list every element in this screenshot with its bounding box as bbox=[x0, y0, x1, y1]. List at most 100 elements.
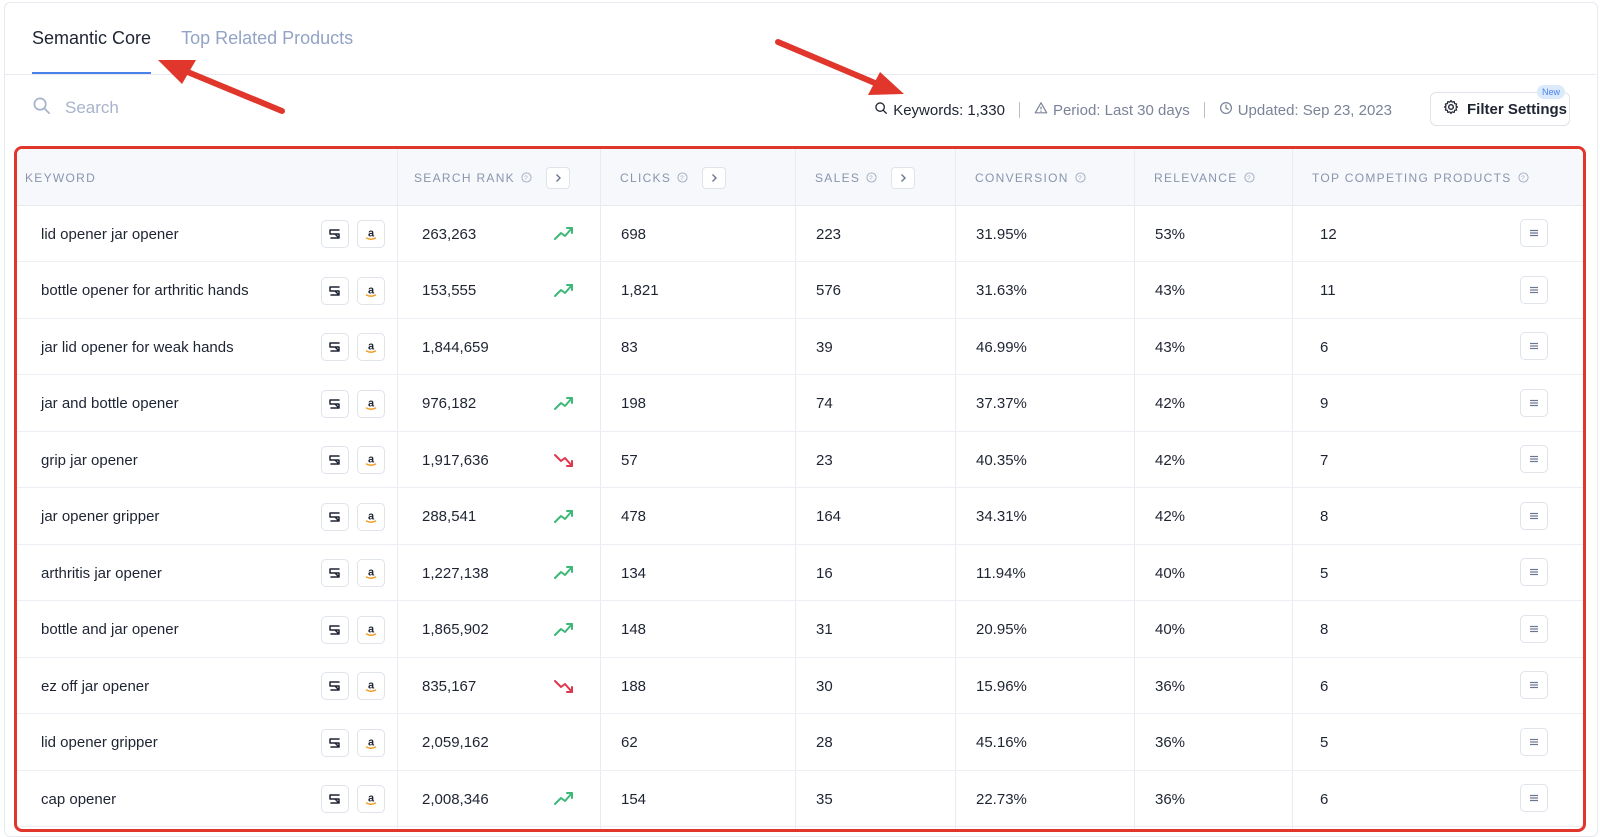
svg-text:a: a bbox=[368, 793, 375, 805]
sr-logo-icon[interactable] bbox=[321, 446, 349, 474]
updated-info: Updated: Sep 23, 2023 bbox=[1219, 101, 1392, 119]
amazon-icon[interactable]: a bbox=[357, 446, 385, 474]
table-row[interactable]: arthritis jar opener a 1,227,138 134 16 11.94… bbox=[17, 545, 1583, 601]
period-info: Period: Last 30 days bbox=[1034, 101, 1190, 119]
table-row[interactable]: jar opener gripper a 288,541 478 164 34.31% 42… bbox=[17, 489, 1583, 545]
table-row[interactable]: lid opener jar opener a 263,263 698 223 31.95… bbox=[17, 206, 1583, 262]
table-row[interactable]: lid opener gripper a 2,059,162 62 28 45.16% 36… bbox=[17, 715, 1583, 771]
table-row[interactable]: grip jar opener a 1,917,636 57 23 40.35% 42% 7 bbox=[17, 432, 1583, 488]
row-menu-icon[interactable] bbox=[1520, 671, 1548, 699]
table-row[interactable]: jar and bottle opener a 976,182 198 74 37.37%… bbox=[17, 376, 1583, 432]
keyword-cell[interactable]: bottle opener for arthritic hands bbox=[41, 263, 249, 319]
sr-logo-icon[interactable] bbox=[321, 615, 349, 644]
chevron-right-icon bbox=[901, 173, 907, 182]
keywords-count: Keywords: 1,330 bbox=[874, 101, 1005, 119]
amazon-icon[interactable]: a bbox=[357, 615, 385, 644]
amazon-icon[interactable]: a bbox=[357, 276, 385, 305]
amazon-icon[interactable]: a bbox=[357, 672, 385, 700]
clicks-cell: 62 bbox=[621, 734, 638, 751]
sr-logo-icon[interactable] bbox=[321, 672, 349, 700]
svg-text:a: a bbox=[368, 510, 375, 522]
table-row[interactable]: jar lid opener for weak hands a 1,844,659 8… bbox=[17, 319, 1583, 375]
clicks-cell: 698 bbox=[621, 225, 647, 243]
svg-text:a: a bbox=[368, 454, 375, 466]
row-menu-icon[interactable] bbox=[1520, 727, 1548, 756]
help-icon: ? bbox=[1517, 172, 1529, 183]
keyword-cell[interactable]: jar opener gripper bbox=[41, 489, 159, 545]
sales-cell: 164 bbox=[816, 508, 842, 525]
table-header: KEYWORD SEARCH RANK ? CLICKS ? SALES ? C… bbox=[17, 149, 1583, 206]
amazon-icon[interactable]: a bbox=[357, 389, 385, 418]
competing-cell: 5 bbox=[1320, 734, 1329, 751]
expand-clicks-button[interactable] bbox=[702, 166, 727, 189]
sr-logo-icon[interactable] bbox=[321, 333, 349, 361]
search-rank-cell: 1,917,636 bbox=[422, 451, 489, 469]
row-menu-icon[interactable] bbox=[1520, 784, 1548, 812]
keyword-cell[interactable]: cap opener bbox=[41, 771, 116, 827]
keyword-actions: a bbox=[321, 220, 385, 248]
tab-top-related-products[interactable]: Top Related Products bbox=[181, 26, 353, 74]
tab-bar: Semantic Core Top Related Products bbox=[32, 26, 353, 74]
col-clicks[interactable]: CLICKS ? bbox=[620, 149, 727, 206]
row-menu-icon[interactable] bbox=[1520, 332, 1548, 360]
filter-settings-button[interactable]: Filter Settings New bbox=[1430, 85, 1570, 126]
col-keyword[interactable]: KEYWORD bbox=[25, 149, 96, 206]
period-text: Period: Last 30 days bbox=[1052, 101, 1190, 119]
keyword-cell[interactable]: jar lid opener for weak hands bbox=[41, 319, 234, 375]
sr-logo-icon[interactable] bbox=[321, 559, 349, 587]
search-rank-cell: 153,555 bbox=[422, 282, 477, 299]
clicks-cell: 1,821 bbox=[621, 282, 659, 299]
table-row[interactable]: ez off jar opener a 835,167 188 30 15.96% 36% 6 bbox=[17, 658, 1583, 714]
row-menu-icon[interactable] bbox=[1520, 219, 1548, 247]
competing-cell: 5 bbox=[1320, 564, 1329, 582]
svg-text:a: a bbox=[368, 736, 375, 748]
trend-up-icon bbox=[553, 393, 575, 415]
row-menu-icon[interactable] bbox=[1520, 614, 1548, 643]
sr-logo-icon[interactable] bbox=[321, 220, 349, 248]
keyword-cell[interactable]: lid opener gripper bbox=[41, 715, 158, 771]
col-sales[interactable]: SALES ? bbox=[815, 149, 916, 206]
amazon-icon[interactable]: a bbox=[357, 333, 385, 361]
svg-text:?: ? bbox=[1078, 175, 1083, 182]
keyword-cell[interactable]: ez off jar opener bbox=[41, 658, 149, 714]
keyword-actions: a bbox=[321, 446, 385, 474]
col-conversion[interactable]: CONVERSION ? bbox=[975, 149, 1086, 206]
sr-logo-icon[interactable] bbox=[321, 728, 349, 757]
amazon-icon[interactable]: a bbox=[357, 502, 385, 531]
competing-cell: 6 bbox=[1320, 338, 1329, 356]
keyword-actions: a bbox=[321, 615, 385, 644]
search-input[interactable] bbox=[65, 98, 365, 118]
keyword-cell[interactable]: jar and bottle opener bbox=[41, 376, 179, 432]
row-menu-icon[interactable] bbox=[1520, 501, 1548, 530]
sales-cell: 16 bbox=[816, 564, 833, 582]
table-row[interactable]: bottle and jar opener a 1,865,902 148 31 20.9… bbox=[17, 602, 1583, 658]
amazon-icon[interactable]: a bbox=[357, 785, 385, 813]
expand-search-rank-button[interactable] bbox=[545, 166, 570, 189]
sr-logo-icon[interactable] bbox=[321, 502, 349, 531]
sr-logo-icon[interactable] bbox=[321, 389, 349, 418]
relevance-cell: 53% bbox=[1155, 225, 1186, 243]
col-search-rank[interactable]: SEARCH RANK ? bbox=[414, 149, 570, 206]
amazon-icon[interactable]: a bbox=[357, 220, 385, 248]
table-row[interactable]: cap opener a 2,008,346 154 35 22.73% 36% 6 bbox=[17, 771, 1583, 827]
keyword-actions: a bbox=[321, 672, 385, 700]
keyword-cell[interactable]: arthritis jar opener bbox=[41, 545, 162, 601]
help-icon: ? bbox=[521, 172, 532, 183]
trend-up-icon bbox=[553, 619, 575, 641]
amazon-icon[interactable]: a bbox=[357, 728, 385, 757]
table-row[interactable]: bottle opener for arthritic hands a 153,55… bbox=[17, 263, 1583, 319]
row-menu-icon[interactable] bbox=[1520, 445, 1548, 473]
sr-logo-icon[interactable] bbox=[321, 276, 349, 305]
tab-semantic-core[interactable]: Semantic Core bbox=[32, 26, 152, 74]
amazon-icon[interactable]: a bbox=[357, 559, 385, 587]
keyword-cell[interactable]: bottle and jar opener bbox=[41, 602, 179, 658]
row-menu-icon[interactable] bbox=[1520, 275, 1548, 304]
row-menu-icon[interactable] bbox=[1520, 558, 1548, 586]
row-menu-icon[interactable] bbox=[1520, 388, 1548, 417]
sr-logo-icon[interactable] bbox=[321, 785, 349, 813]
col-top-competing-products[interactable]: TOP COMPETING PRODUCTS ? bbox=[1312, 149, 1529, 206]
keyword-cell[interactable]: grip jar opener bbox=[41, 432, 138, 488]
keyword-cell[interactable]: lid opener jar opener bbox=[41, 206, 179, 262]
expand-sales-button[interactable] bbox=[891, 166, 916, 189]
col-relevance[interactable]: RELEVANCE ? bbox=[1154, 149, 1255, 206]
